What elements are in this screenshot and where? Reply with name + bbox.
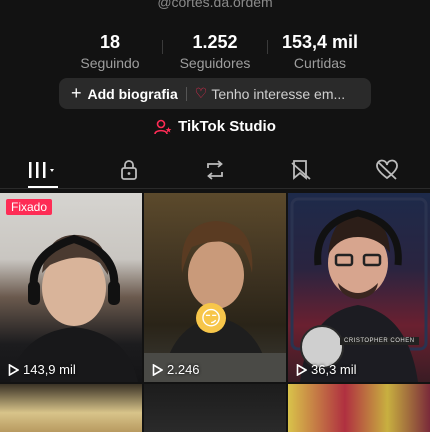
lock-icon [121, 160, 137, 180]
likes-stat[interactable]: 153,4 mil Curtidas [268, 32, 372, 72]
view-count: 36,3 mil [296, 362, 357, 377]
video-thumbnail[interactable]: Fixado 143,9 mil [0, 193, 142, 382]
video-thumbnail[interactable]: CRISTOPHER COHEN 36,3 mil [288, 193, 430, 382]
studio-user-icon [154, 119, 172, 134]
tiktok-studio-button[interactable]: TikTok Studio [0, 118, 430, 135]
tab-liked[interactable] [344, 152, 430, 188]
thumbnail-person [144, 221, 286, 382]
play-icon [296, 363, 307, 376]
video-thumbnail[interactable] [288, 384, 430, 432]
view-count-text: 36,3 mil [311, 362, 357, 377]
tabs-divider [0, 188, 430, 189]
tab-reposts[interactable] [172, 152, 258, 188]
following-label: Seguindo [80, 55, 140, 71]
video-grid: Fixado 143,9 mil 😏 2.246 CRISTOPHER COHE… [0, 193, 430, 432]
video-thumbnail[interactable]: 😏 2.246 [144, 193, 286, 382]
plus-icon: + [71, 83, 82, 103]
view-count: 2.246 [152, 362, 200, 377]
thumbnail-person [10, 234, 138, 382]
video-thumbnail[interactable] [0, 384, 142, 432]
likes-count: 153,4 mil [281, 32, 359, 52]
following-count: 18 [99, 32, 121, 52]
followers-stat[interactable]: 1.252 Seguidores [163, 32, 267, 72]
bookmark-hidden-icon [291, 160, 311, 180]
followers-label: Seguidores [179, 55, 251, 71]
studio-label: TikTok Studio [178, 118, 276, 135]
view-count-text: 143,9 mil [23, 362, 76, 377]
repost-icon [207, 160, 223, 180]
heart-hidden-icon [376, 159, 398, 180]
streamer-name-badge: CRISTOPHER COHEN [296, 325, 426, 369]
heart-outline-icon: ♡ [194, 85, 208, 101]
smirk-emoji-icon: 😏 [196, 303, 226, 333]
play-icon [8, 363, 19, 376]
grid-icon [29, 162, 54, 178]
pinned-badge: Fixado [6, 199, 53, 215]
likes-label: Curtidas [293, 55, 347, 71]
tab-private[interactable] [86, 152, 172, 188]
view-count: 143,9 mil [8, 362, 76, 377]
tab-videos[interactable] [0, 152, 86, 188]
tab-favorites[interactable] [258, 152, 344, 188]
play-icon [152, 363, 163, 376]
add-bio-label: Add biografia [87, 85, 178, 102]
profile-stats: 18 Seguindo 1.252 Seguidores 153,4 mil C… [0, 32, 430, 72]
interest-button[interactable]: ♡ Tenho interesse em... [195, 85, 345, 102]
interest-label: Tenho interesse em... [211, 85, 346, 102]
video-thumbnail[interactable] [144, 384, 286, 432]
streamer-name: CRISTOPHER COHEN [340, 337, 419, 345]
profile-handle: @cortes.da.ordem [157, 0, 273, 10]
followers-count: 1.252 [192, 32, 238, 52]
following-stat[interactable]: 18 Seguindo [58, 32, 162, 72]
bio-interest-bar: + Add biografia ♡ Tenho interesse em... [59, 78, 371, 109]
view-count-text: 2.246 [167, 362, 200, 377]
divider [185, 86, 187, 101]
profile-tabs [0, 152, 430, 188]
add-bio-button[interactable]: + Add biografia [59, 83, 178, 104]
